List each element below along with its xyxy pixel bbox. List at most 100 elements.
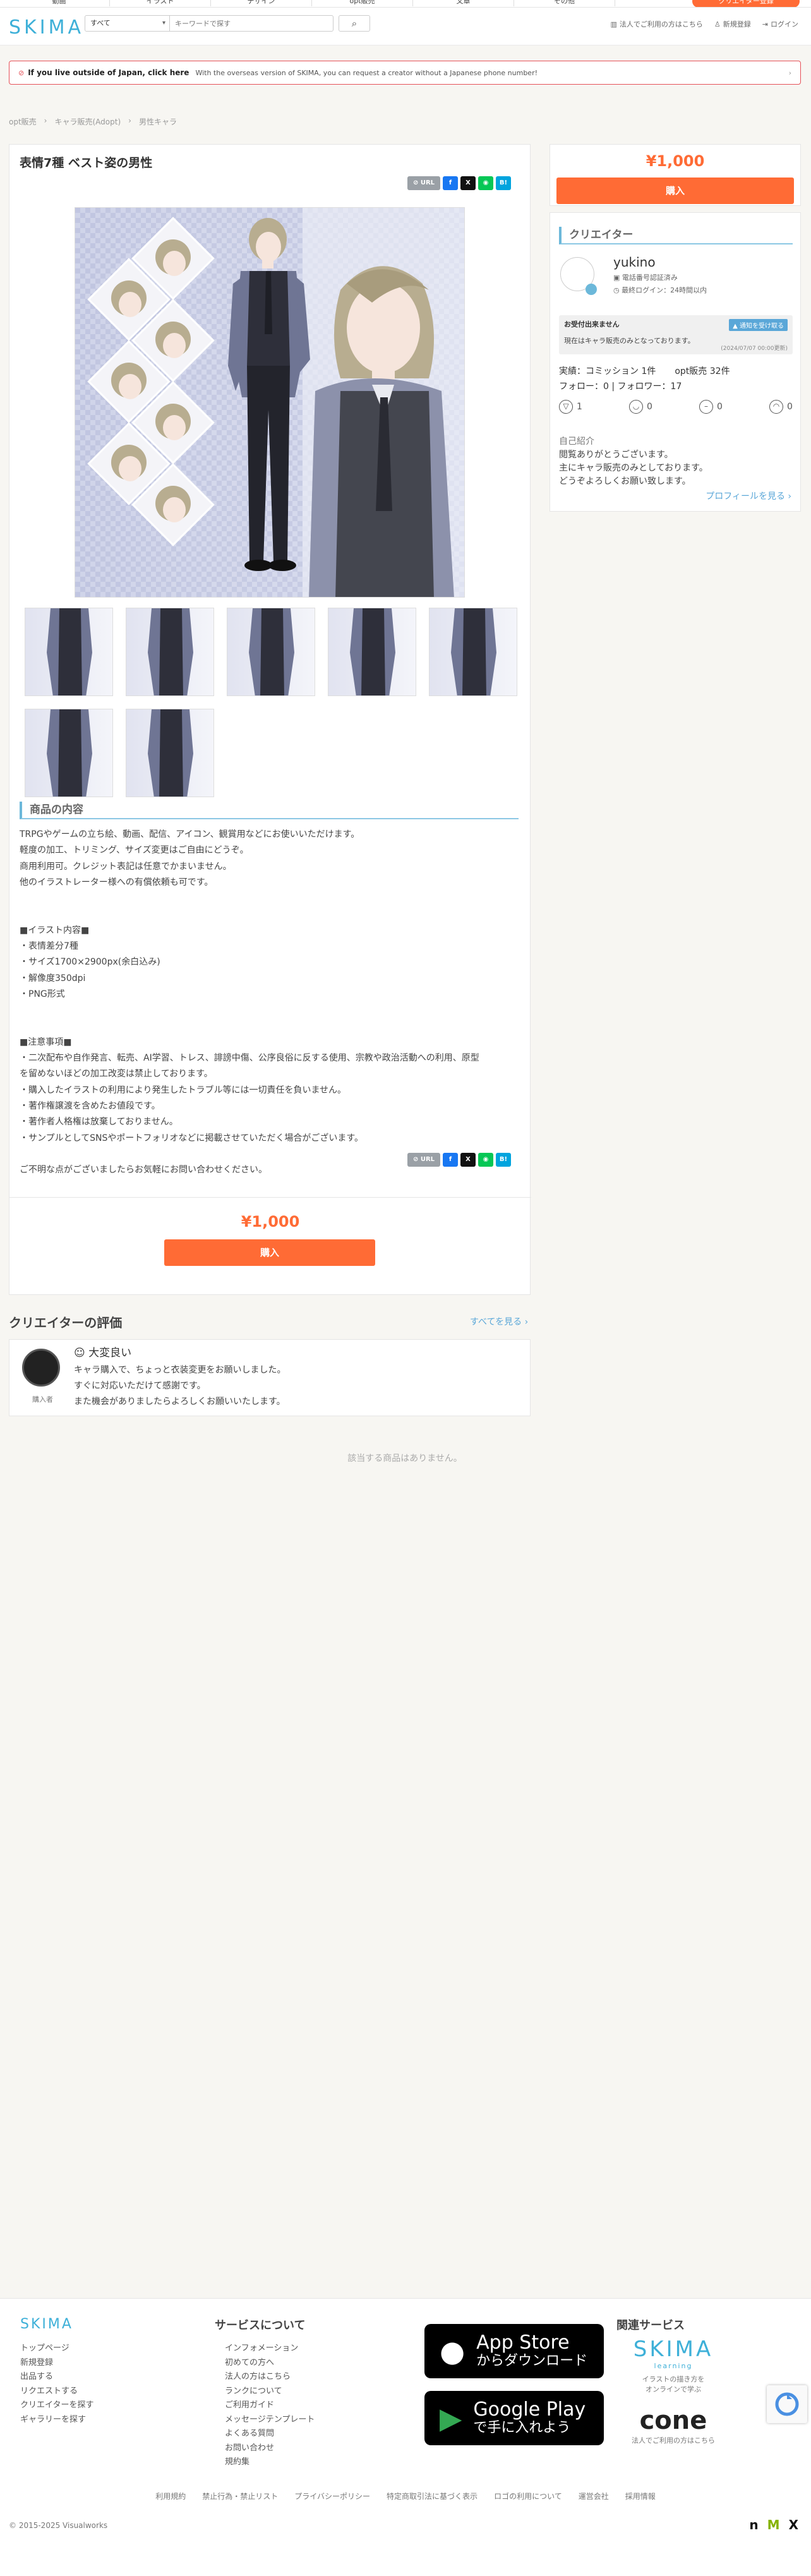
product-content-heading: 商品の内容 [20, 802, 519, 819]
learning-text: イラストの描き方を [642, 2375, 705, 2383]
footer-legal-link[interactable]: 禁止行為・禁止リスト [202, 2491, 278, 2501]
thumbnail-art [451, 608, 496, 695]
notify-button[interactable]: ▲ 通知を受け取る [729, 319, 788, 331]
footer-link[interactable]: 新規登録 [20, 2356, 93, 2371]
note-icon[interactable]: n [749, 2517, 758, 2532]
thumbnail-image[interactable] [328, 608, 416, 696]
app-store-button[interactable]: ● App Store からダウンロード [424, 2324, 604, 2378]
footer-legal-link[interactable]: プライバシーポリシー [294, 2491, 370, 2501]
share-x-icon[interactable]: X [460, 176, 476, 190]
skima-logo[interactable]: SKIMA [9, 16, 84, 39]
footer-link[interactable]: お問い合わせ [225, 2441, 315, 2456]
recaptcha-badge[interactable] [767, 2385, 807, 2423]
footer-link[interactable]: メッセージテンプレート [225, 2413, 315, 2428]
share-hatena-button[interactable]: B! [496, 1153, 511, 1167]
register-link[interactable]: ♙ 新規登録 [714, 19, 751, 29]
clock-icon: ◷ [613, 286, 622, 294]
cone-text: 法人でご利用の方はこちら [632, 2436, 715, 2445]
share-url-button[interactable]: ⊘ URL [407, 1153, 440, 1167]
notice-date: (2024/07/07 00:00更新) [721, 346, 788, 352]
cone-link[interactable]: cone 法人でご利用の方はこちら [623, 2406, 724, 2445]
opt-sales-count: opt販売 32件 [675, 366, 730, 376]
creator-register-button[interactable]: クリエイター登録 [692, 0, 800, 7]
footer-legal-link[interactable]: 特定商取引法に基づく表示 [387, 2491, 478, 2501]
share-facebook-icon[interactable]: f [443, 176, 458, 190]
nav-category-design[interactable]: デザイン [211, 0, 312, 6]
breadcrumb-male-character[interactable]: 男性キャラ [139, 116, 177, 127]
footer-logo[interactable]: SKIMA [20, 2316, 73, 2332]
thumbnail-image[interactable] [126, 709, 214, 797]
evaluations-see-all-link[interactable]: すべてを見る › [470, 1315, 528, 1328]
share-x-icon[interactable]: X [460, 1153, 476, 1167]
description-line [20, 1019, 525, 1035]
footer-legal-link[interactable]: 運営会社 [579, 2491, 609, 2501]
overseas-banner[interactable]: ⊘ If you live outside of Japan, click he… [9, 61, 801, 85]
x-icon[interactable]: X [789, 2517, 798, 2532]
footer-legal-link[interactable]: ロゴの利用について [494, 2491, 562, 2501]
nav-category-video[interactable]: 動画 [9, 0, 110, 6]
footer-legal-link[interactable]: 採用情報 [625, 2491, 656, 2501]
nav-category-illustration[interactable]: イラスト [110, 0, 211, 6]
footer-link[interactable]: 出品する [20, 2370, 93, 2385]
footer-legal-link[interactable]: 利用規約 [155, 2491, 186, 2501]
thumbnail-image[interactable] [227, 608, 315, 696]
nav-category-opt[interactable]: opt販売 [312, 0, 413, 6]
nav-category-other[interactable]: その他 [514, 0, 615, 6]
footer-link[interactable]: よくある質問 [225, 2427, 315, 2441]
footer-link[interactable]: ランクについて [225, 2385, 315, 2399]
footer-link[interactable]: ご利用ガイド [225, 2398, 315, 2413]
footer-link[interactable]: クリエイターを探す [20, 2398, 93, 2413]
buy-button-bottom[interactable]: 購入 [164, 1239, 375, 1266]
creator-stats: 実績：コミッション 1件 opt販売 32件 [559, 364, 730, 377]
thumbnail-image[interactable] [25, 709, 113, 797]
view-profile-link[interactable]: プロフィールを見る › [706, 490, 791, 502]
share-hatena-button[interactable]: B! [496, 176, 511, 190]
skima-learning-link[interactable]: SKIMA learning イラストの描き方を オンラインで学ぶ [629, 2337, 718, 2394]
google-play-button[interactable]: ▶ Google Play で手に入れよう [424, 2391, 604, 2445]
breadcrumb-separator-icon: › [44, 116, 47, 125]
sad-face-icon: ◠ [769, 400, 784, 414]
corporate-link[interactable]: ▥ 法人でご利用の方はこちら [611, 19, 703, 29]
product-main-image[interactable] [75, 207, 465, 598]
reviewer-avatar [22, 1349, 60, 1387]
share-line-icon[interactable]: ◉ [478, 1153, 493, 1167]
evaluation-item: 購入者 ☺ 大変良い キャラ購入で、ちょっと衣装変更をお願いしました。 すぐに対… [9, 1339, 531, 1416]
login-icon: ⇥ [762, 20, 768, 28]
search-box: すべて [85, 15, 333, 32]
footer-link[interactable]: 初めての方へ [225, 2356, 315, 2371]
thumbnail-art [47, 709, 92, 797]
site-footer: SKIMA トップページ 新規登録 出品する リクエストする クリエイターを探す… [0, 2298, 811, 2576]
thumbnail-image[interactable] [126, 608, 214, 696]
login-link[interactable]: ⇥ ログイン [762, 19, 798, 29]
buy-button-side[interactable]: 購入 [556, 178, 794, 204]
nav-category-writing[interactable]: 文章 [413, 0, 514, 6]
thumbnail-image[interactable] [25, 608, 113, 696]
laugh-face-icon: ☺ [74, 1347, 89, 1359]
search-input[interactable] [170, 16, 333, 31]
follower-count: フォロワー：17 [617, 382, 682, 392]
footer-link[interactable]: インフォメーション [225, 2342, 315, 2356]
footer-link[interactable]: ギャラリーを探す [20, 2413, 93, 2428]
description-line: 軽度の加工、トリミング、サイズ変更はご自由にどうぞ。 [20, 845, 249, 856]
search-category-select[interactable]: すべて [85, 16, 170, 31]
footer-link[interactable]: リクエストする [20, 2385, 93, 2399]
thumbnail-image[interactable] [429, 608, 517, 696]
share-url-button[interactable]: ⊘ URL [407, 176, 440, 190]
search-icon: ⌕ [351, 18, 357, 29]
product-card: 表情7種 ベスト姿の男性 ⊘ URL f X ◉ B! 商品の内容 TRPGやゲ… [9, 144, 531, 1295]
footer-link[interactable]: 規約集 [225, 2455, 315, 2470]
misskey-icon[interactable]: M [767, 2517, 780, 2532]
share-facebook-icon[interactable]: f [443, 1153, 458, 1167]
share-line-icon[interactable]: ◉ [478, 176, 493, 190]
creator-ratings: ▽ 1 ◡ 0 –0 ◠ 0 [559, 400, 793, 414]
rating-bad: ◠ 0 [769, 400, 793, 414]
creator-name[interactable]: yukino [613, 255, 656, 270]
breadcrumb-adopt[interactable]: キャラ販売(Adopt) [54, 116, 121, 127]
footer-link[interactable]: 法人の方はこちら [225, 2370, 315, 2385]
building-icon: ▥ [610, 20, 617, 28]
footer-link[interactable]: トップページ [20, 2342, 93, 2356]
breadcrumb-opt[interactable]: opt販売 [9, 116, 37, 127]
search-button[interactable]: ⌕ [339, 15, 370, 32]
footer-related-heading: 関連サービス [616, 2319, 685, 2332]
evaluation-text: キャラ購入で、ちょっと衣装変更をお願いしました。 すぐに対応いただけて感謝です。… [74, 1363, 285, 1410]
